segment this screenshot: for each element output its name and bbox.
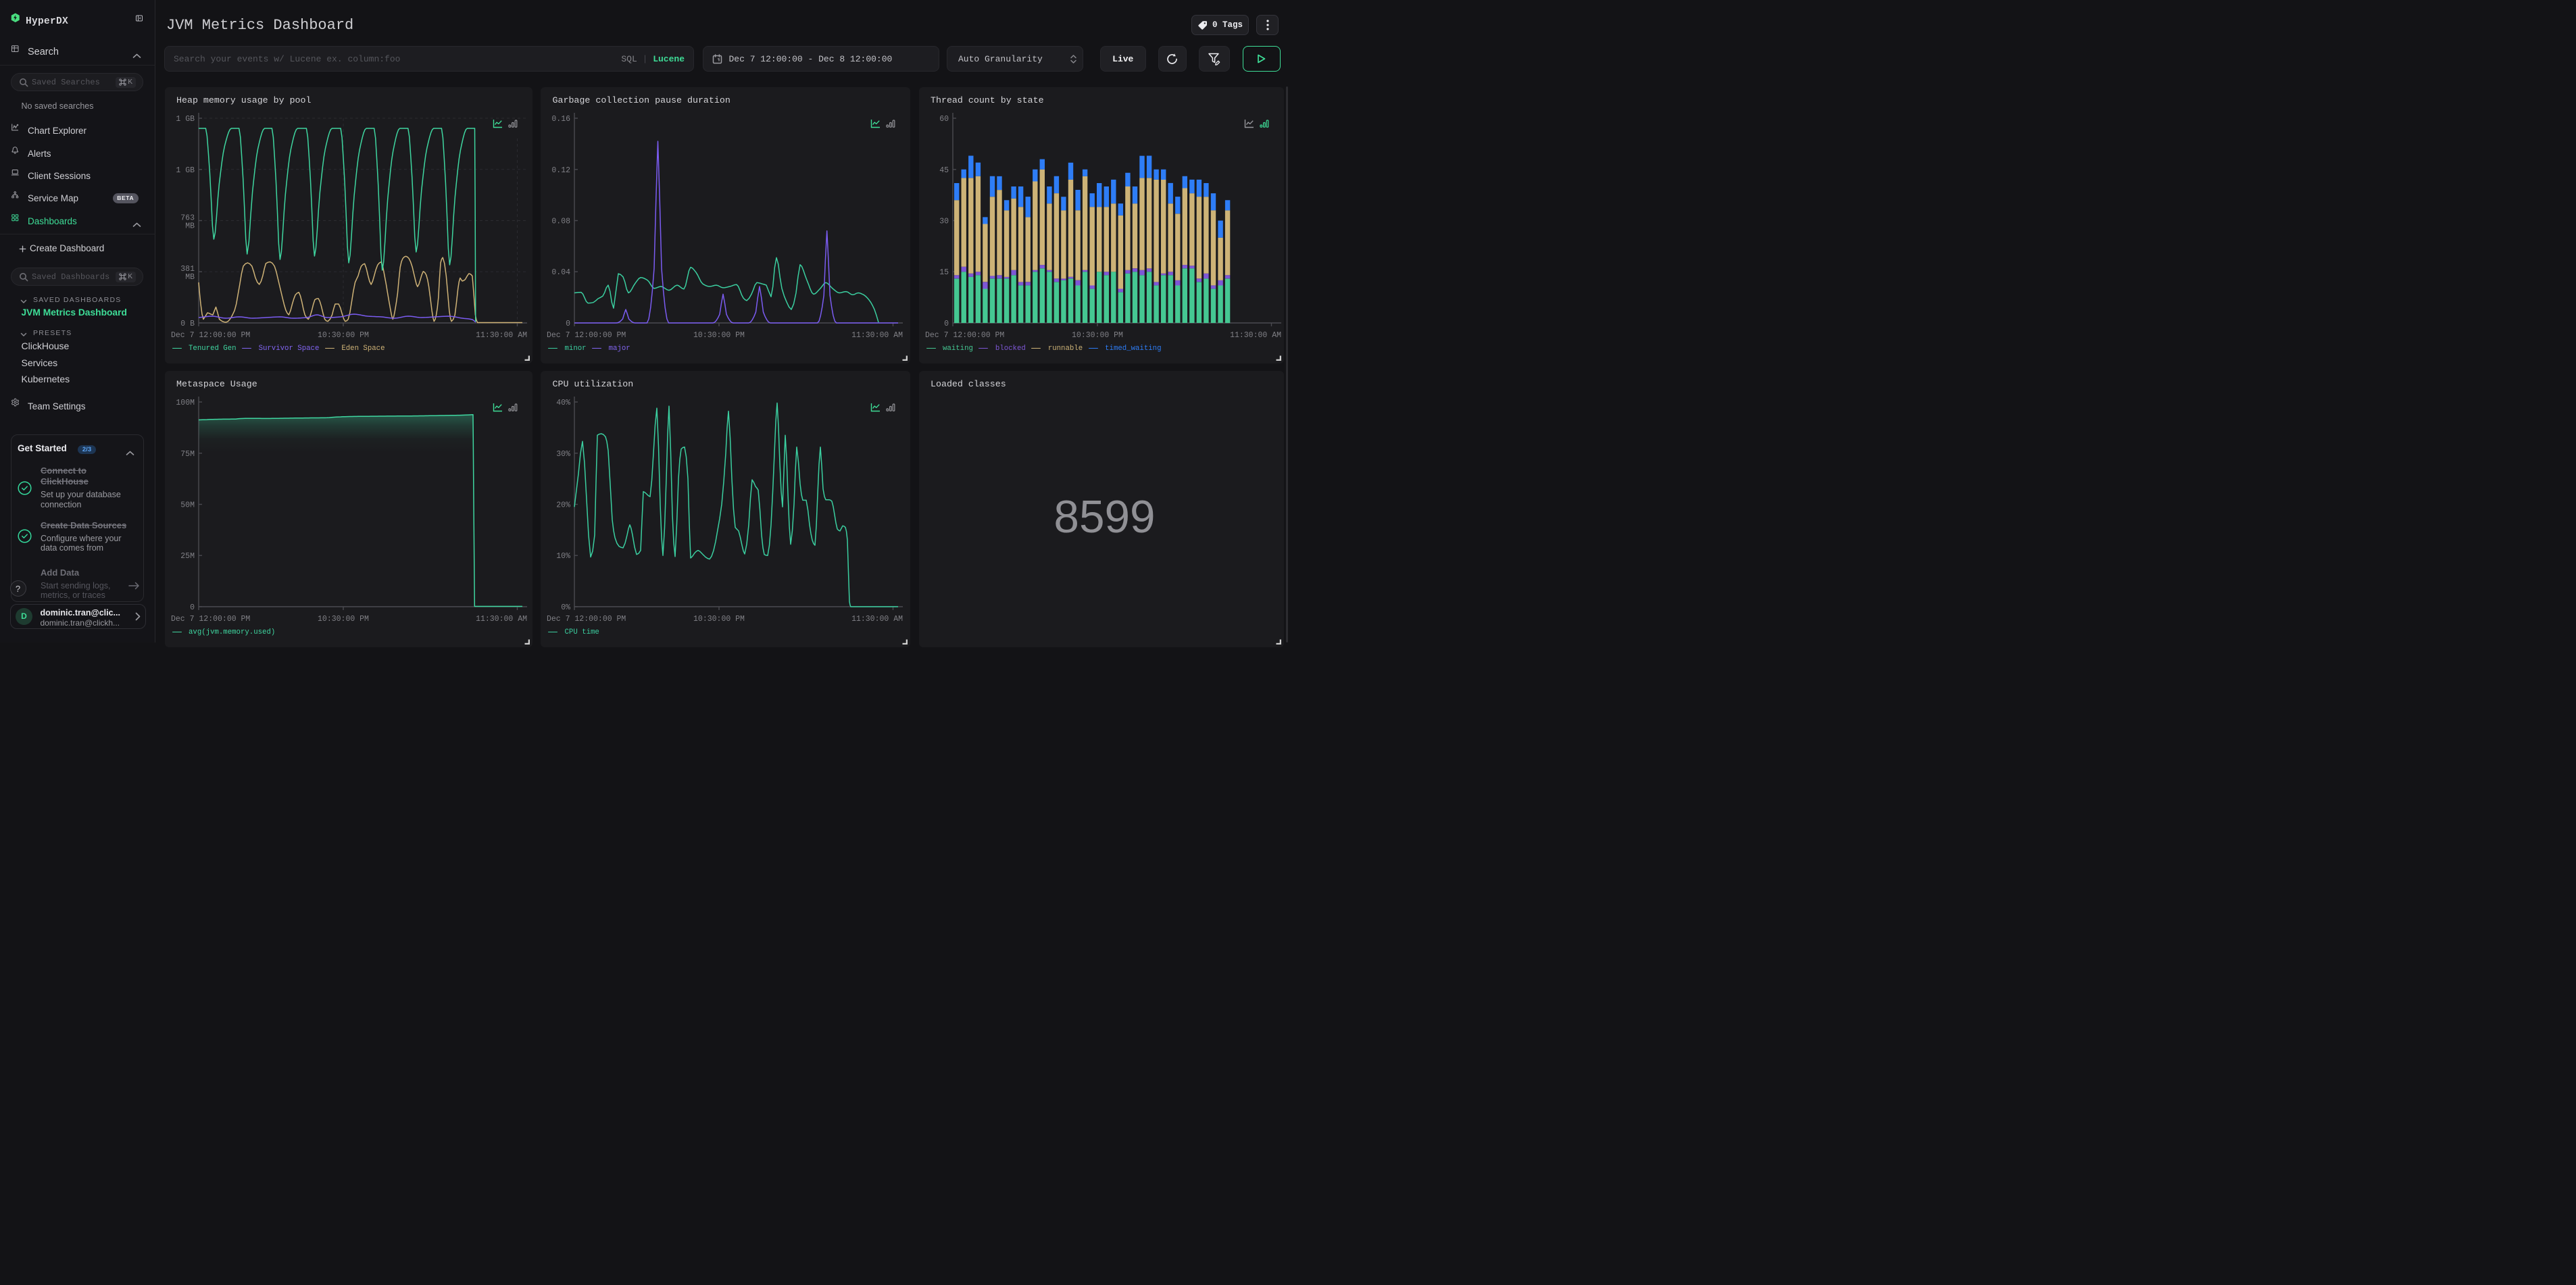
svg-text:10:30:00 PM: 10:30:00 PM: [318, 331, 369, 340]
svg-text:Dec 7 12:00:00 PM: Dec 7 12:00:00 PM: [925, 331, 1004, 340]
svg-text:25M: 25M: [180, 552, 195, 561]
svg-text:0 B: 0 B: [180, 320, 195, 328]
svg-text:11:30:00 AM: 11:30:00 AM: [851, 615, 903, 624]
svg-text:11:30:00 AM: 11:30:00 AM: [476, 331, 527, 340]
svg-text:30%: 30%: [556, 449, 570, 458]
svg-text:0: 0: [190, 603, 195, 612]
svg-text:30: 30: [939, 217, 949, 226]
svg-text:10:30:00 PM: 10:30:00 PM: [1072, 331, 1123, 340]
svg-text:Dec 7 12:00:00 PM: Dec 7 12:00:00 PM: [547, 331, 626, 340]
svg-text:Dec 7 12:00:00 PM: Dec 7 12:00:00 PM: [171, 615, 250, 624]
svg-text:15: 15: [939, 268, 949, 277]
svg-text:Dec 7 12:00:00 PM: Dec 7 12:00:00 PM: [171, 331, 250, 340]
svg-text:11:30:00 AM: 11:30:00 AM: [851, 331, 903, 340]
svg-text:0: 0: [944, 320, 949, 328]
svg-text:0: 0: [566, 320, 570, 328]
svg-text:0.12: 0.12: [551, 166, 570, 174]
svg-text:10:30:00 PM: 10:30:00 PM: [693, 615, 745, 624]
svg-text:60: 60: [939, 115, 949, 124]
svg-text:20%: 20%: [556, 501, 570, 509]
svg-text:100M: 100M: [176, 399, 195, 407]
svg-text:45: 45: [939, 166, 949, 174]
svg-text:0.08: 0.08: [551, 217, 570, 226]
svg-text:0.16: 0.16: [551, 115, 570, 124]
svg-text:MB: MB: [185, 273, 195, 282]
svg-text:50M: 50M: [180, 501, 195, 509]
svg-text:40%: 40%: [556, 399, 570, 407]
svg-text:10:30:00 PM: 10:30:00 PM: [693, 331, 745, 340]
svg-text:MB: MB: [185, 222, 195, 230]
svg-text:1 GB: 1 GB: [176, 115, 195, 124]
svg-text:0.04: 0.04: [551, 268, 570, 277]
svg-text:11:30:00 AM: 11:30:00 AM: [1230, 331, 1281, 340]
svg-text:0%: 0%: [561, 603, 570, 612]
svg-text:75M: 75M: [180, 449, 195, 458]
svg-text:11:30:00 AM: 11:30:00 AM: [476, 615, 527, 624]
svg-text:10%: 10%: [556, 552, 570, 561]
svg-text:Dec 7 12:00:00 PM: Dec 7 12:00:00 PM: [547, 615, 626, 624]
svg-text:10:30:00 PM: 10:30:00 PM: [318, 615, 369, 624]
svg-text:1 GB: 1 GB: [176, 166, 195, 174]
